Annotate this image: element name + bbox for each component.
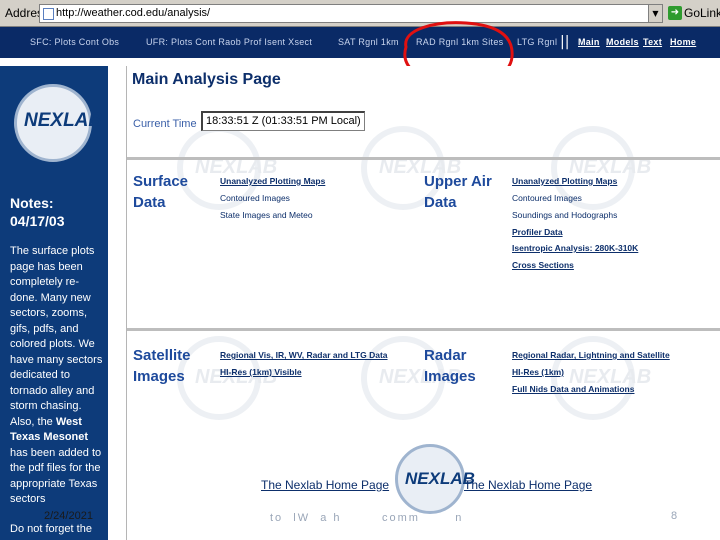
home-link-right[interactable]: The Nexlab Home Page bbox=[464, 478, 592, 492]
surface-title-line1: Surface bbox=[133, 173, 189, 190]
nexlab-logo-bottom: NEXLAB bbox=[395, 444, 475, 514]
upper-air-title-line2: Data bbox=[424, 194, 457, 211]
upper-air-link-contoured[interactable]: Contoured Images bbox=[512, 193, 582, 203]
links-button[interactable]: Links bbox=[700, 6, 720, 20]
nav-models-link[interactable]: Models bbox=[606, 37, 639, 47]
upper-air-link-isentropic[interactable]: Isentropic Analysis: 280K-310K bbox=[512, 243, 638, 253]
upper-air-link-soundings[interactable]: Soundings and Hodographs bbox=[512, 210, 617, 220]
surface-link-plotting[interactable]: Unanalyzed Plotting Maps bbox=[220, 176, 325, 186]
slide-number: 8 bbox=[671, 510, 678, 522]
nav-sfc[interactable]: SFC: Plots Cont Obs bbox=[30, 37, 119, 47]
nav-ltg[interactable]: LTG Rgnl bbox=[517, 37, 557, 47]
notes-date: 04/17/03 bbox=[10, 213, 65, 229]
surface-link-state[interactable]: State Images and Meteo bbox=[220, 210, 313, 220]
upper-air-link-cross-sections[interactable]: Cross Sections bbox=[512, 260, 574, 270]
surface-title: Surface Data bbox=[133, 171, 188, 213]
current-time-field[interactable]: 18:33:51 Z (01:33:51 PM Local) bbox=[201, 111, 365, 131]
nav-sat[interactable]: SAT Rgnl 1km bbox=[338, 37, 399, 47]
radar-title-line1: Radar bbox=[424, 347, 467, 364]
surface-title-line2: Data bbox=[133, 194, 166, 211]
slide-date: 2/24/2021 bbox=[44, 510, 93, 522]
address-input[interactable]: http://weather.cod.edu/analysis/ ▼ bbox=[39, 4, 663, 23]
radar-title: Radar Images bbox=[424, 345, 476, 387]
nav-separator: || bbox=[560, 34, 570, 50]
upper-air-title-line1: Upper Air bbox=[424, 173, 492, 190]
go-arrow-icon[interactable]: ➜ bbox=[668, 6, 682, 20]
notes-text-2: has been added to the pdf files for the … bbox=[10, 446, 102, 506]
top-nav: SFC: Plots Cont Obs UFR: Plots Cont Raob… bbox=[0, 27, 720, 58]
address-bar: Address http://weather.cod.edu/analysis/… bbox=[0, 0, 720, 27]
go-button[interactable]: Go bbox=[684, 6, 700, 20]
satellite-title-line2: Images bbox=[133, 368, 185, 385]
home-link-left[interactable]: The Nexlab Home Page bbox=[261, 478, 389, 492]
divider bbox=[127, 157, 720, 160]
address-url: http://weather.cod.edu/analysis/ bbox=[56, 7, 211, 19]
satellite-title: Satellite Images bbox=[133, 345, 191, 387]
slide-footer: to lW a h comm n bbox=[270, 512, 464, 524]
notes-title: Notes: bbox=[10, 195, 54, 211]
nav-home-link[interactable]: Home bbox=[670, 37, 696, 47]
satellite-title-line1: Satellite bbox=[133, 347, 191, 364]
nav-main-link[interactable]: Main bbox=[578, 37, 600, 47]
radar-title-line2: Images bbox=[424, 368, 476, 385]
current-time-label: Current Time bbox=[133, 118, 197, 130]
sidebar: NEXLAB Notes: 04/17/03 The surface plots… bbox=[0, 66, 108, 540]
surface-link-contoured[interactable]: Contoured Images bbox=[220, 193, 290, 203]
notes-body: The surface plots page has been complete… bbox=[10, 244, 104, 508]
page-title: Main Analysis Page bbox=[132, 71, 281, 88]
satellite-link-regional[interactable]: Regional Vis, IR, WV, Radar and LTG Data bbox=[220, 350, 388, 360]
chevron-down-icon[interactable]: ▼ bbox=[648, 5, 662, 22]
radar-link-nids[interactable]: Full Nids Data and Animations bbox=[512, 384, 634, 394]
radar-link-hires[interactable]: HI-Res (1km) bbox=[512, 367, 564, 377]
radar-link-regional[interactable]: Regional Radar, Lightning and Satellite bbox=[512, 350, 670, 360]
upper-air-link-plotting[interactable]: Unanalyzed Plotting Maps bbox=[512, 176, 617, 186]
upper-air-title: Upper Air Data bbox=[424, 171, 492, 213]
watermark-logo: NEXLAB bbox=[551, 336, 651, 420]
nexlab-logo-text: NEXLAB bbox=[24, 110, 103, 131]
notes-footer: Do not forget the bbox=[10, 523, 92, 535]
nav-ufr[interactable]: UFR: Plots Cont Raob Prof Isent Xsect bbox=[146, 37, 312, 47]
page-icon bbox=[43, 8, 54, 20]
notes-text-1: The surface plots page has been complete… bbox=[10, 245, 103, 428]
nav-text-link[interactable]: Text bbox=[643, 37, 662, 47]
divider bbox=[127, 328, 720, 331]
satellite-link-hires[interactable]: HI-Res (1km) Visible bbox=[220, 367, 302, 377]
upper-air-link-profiler[interactable]: Profiler Data bbox=[512, 227, 563, 237]
main-content: NEXLAB NEXLAB NEXLAB NEXLAB NEXLAB NEXLA… bbox=[126, 66, 720, 540]
